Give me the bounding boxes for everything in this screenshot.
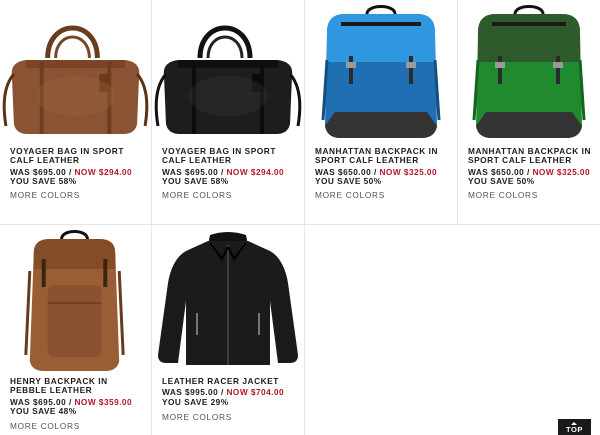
duffle-bag-black-image[interactable] (152, 0, 304, 140)
savings-text: YOU SAVE 58% (10, 176, 77, 187)
now-label: NOW (532, 166, 555, 177)
more-colors-link[interactable]: MORE COLORS (10, 190, 80, 200)
now-label: NOW (379, 166, 402, 177)
product-tile[interactable]: LEATHER RACER JACKET WAS $995.00 / NOW $… (152, 225, 305, 435)
now-label: NOW (226, 387, 249, 398)
was-price: $995.00 (185, 387, 219, 398)
product-tile[interactable]: VOYAGER BAG IN SPORT CALF LEATHER WAS $6… (0, 0, 152, 225)
savings-text: YOU SAVE 58% (162, 176, 229, 187)
more-colors-link[interactable]: MORE COLORS (10, 421, 80, 431)
savings-text: YOU SAVE 48% (10, 406, 77, 417)
now-label: NOW (226, 166, 249, 177)
more-colors-link[interactable]: MORE COLORS (315, 190, 385, 200)
now-price: $325.00 (556, 166, 591, 177)
more-colors-link[interactable]: MORE COLORS (468, 190, 538, 200)
was-price: $650.00 (491, 166, 525, 177)
was-price: $695.00 (33, 396, 67, 407)
now-price: $294.00 (98, 166, 133, 177)
price-separator: / (220, 166, 224, 177)
savings-text: YOU SAVE 50% (468, 176, 535, 187)
price-separator: / (220, 387, 224, 398)
back-to-top-label: TOP (565, 425, 584, 434)
price-separator: / (373, 166, 377, 177)
product-name[interactable]: MANHATTAN BACKPACK IN SPORT CALF LEATHER (468, 146, 594, 166)
product-grid: VOYAGER BAG IN SPORT CALF LEATHER WAS $6… (0, 0, 600, 435)
was-label: WAS (10, 396, 31, 407)
price-separator: / (68, 396, 72, 407)
was-price: $695.00 (185, 166, 219, 177)
back-to-top-button[interactable]: TOP (558, 419, 591, 435)
price-separator: / (68, 166, 72, 177)
more-colors-link[interactable]: MORE COLORS (162, 412, 232, 422)
product-tile[interactable]: VOYAGER BAG IN SPORT CALF LEATHER WAS $6… (152, 0, 305, 225)
was-price: $695.00 (33, 166, 67, 177)
savings-text: YOU SAVE 29% (162, 397, 229, 407)
now-label: NOW (74, 396, 97, 407)
now-label: NOW (74, 166, 97, 177)
more-colors-link[interactable]: MORE COLORS (162, 190, 232, 200)
backpack-tan-image[interactable] (0, 225, 151, 373)
product-name[interactable]: VOYAGER BAG IN SPORT CALF LEATHER (162, 146, 298, 166)
was-label: WAS (468, 166, 489, 177)
price-separator: / (526, 166, 530, 177)
product-name[interactable]: LEATHER RACER JACKET (162, 376, 298, 386)
was-price: $650.00 (338, 166, 372, 177)
product-tile[interactable]: MANHATTAN BACKPACK IN SPORT CALF LEATHER… (305, 0, 458, 225)
duffle-bag-brown-image[interactable] (0, 0, 151, 140)
was-label: WAS (10, 166, 31, 177)
was-label: WAS (315, 166, 336, 177)
savings-text: YOU SAVE 50% (315, 176, 382, 187)
now-price: $359.00 (98, 396, 133, 407)
backpack-green-image[interactable] (458, 0, 600, 140)
now-price: $294.00 (250, 166, 285, 177)
backpack-blue-image[interactable] (305, 0, 457, 140)
leather-jacket-black-image[interactable] (152, 225, 304, 373)
now-price: $704.00 (250, 387, 285, 398)
product-tile[interactable]: HENRY BACKPACK IN PEBBLE LEATHER WAS $69… (0, 225, 152, 435)
product-name[interactable]: HENRY BACKPACK IN PEBBLE LEATHER (10, 376, 145, 396)
product-tile[interactable]: MANHATTAN BACKPACK IN SPORT CALF LEATHER… (458, 0, 600, 225)
product-name[interactable]: VOYAGER BAG IN SPORT CALF LEATHER (10, 146, 145, 166)
was-label: WAS (162, 166, 183, 177)
now-price: $325.00 (403, 166, 438, 177)
was-label: WAS (162, 387, 183, 398)
product-name[interactable]: MANHATTAN BACKPACK IN SPORT CALF LEATHER (315, 146, 451, 166)
